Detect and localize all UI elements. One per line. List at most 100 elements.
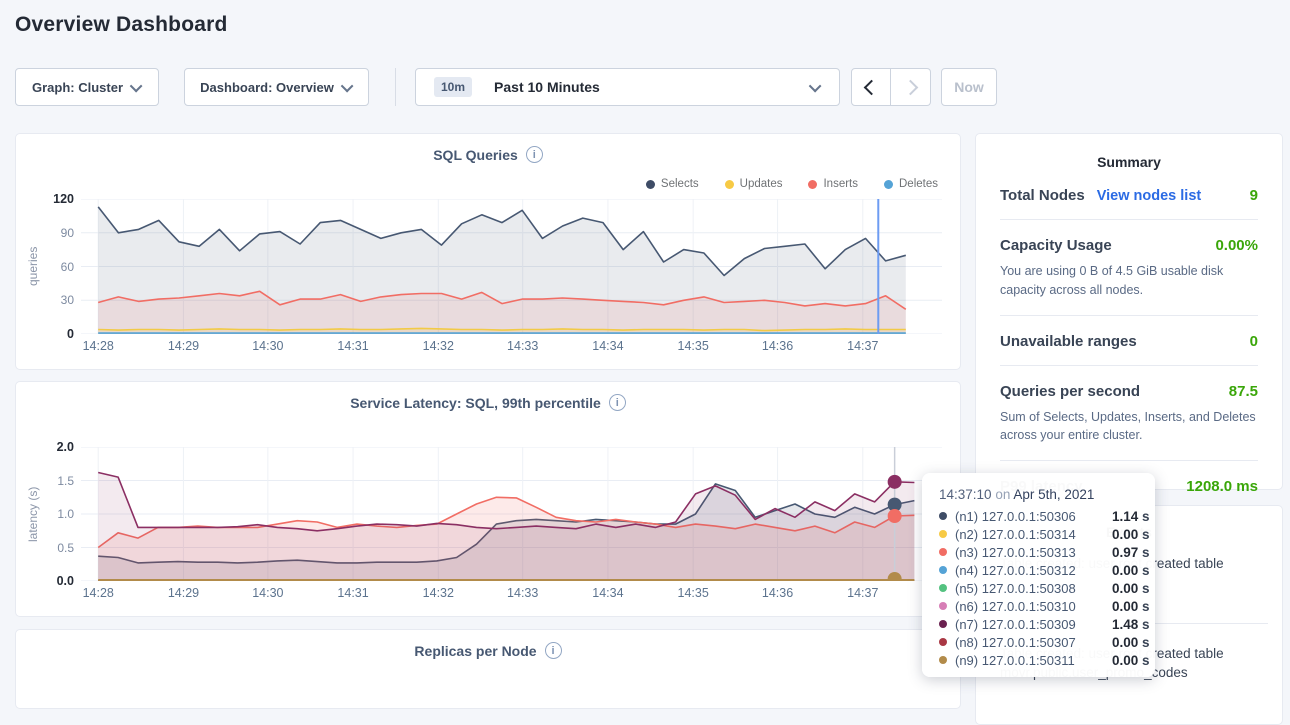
x-tick-label: 14:33 bbox=[507, 339, 538, 353]
chevron-down-icon bbox=[809, 79, 822, 92]
series-color-dot bbox=[939, 548, 947, 556]
chart-legend: Selects Updates Inserts Deletes bbox=[646, 178, 938, 190]
service-latency-plot[interactable] bbox=[81, 447, 942, 581]
y-tick-label: 30 bbox=[61, 293, 74, 307]
summary-subtext: You are using 0 B of 4.5 GiB usable disk… bbox=[1000, 262, 1258, 300]
tooltip-node-value: 0.00 s bbox=[1112, 653, 1150, 668]
now-button-label: Now bbox=[954, 79, 984, 95]
x-tick-label: 14:31 bbox=[337, 586, 368, 600]
tooltip-node-value: 0.97 s bbox=[1112, 545, 1150, 560]
summary-title: Summary bbox=[976, 134, 1282, 170]
info-icon[interactable]: i bbox=[526, 146, 543, 163]
x-axis-ticks: 14:2814:2914:3014:3114:3214:3314:3414:35… bbox=[81, 586, 942, 602]
x-tick-label: 14:34 bbox=[592, 586, 623, 600]
view-nodes-list-link[interactable]: View nodes list bbox=[1097, 188, 1202, 204]
legend-item-deletes[interactable]: Deletes bbox=[884, 178, 938, 190]
y-tick-label: 60 bbox=[61, 260, 74, 274]
x-tick-label: 14:36 bbox=[762, 339, 793, 353]
tooltip-time: 14:37:10 bbox=[939, 487, 992, 502]
x-tick-label: 14:36 bbox=[762, 586, 793, 600]
tooltip-node-address: (n5) 127.0.0.1:50308 bbox=[955, 581, 1104, 596]
service-latency-chart-card: Service Latency: SQL, 99th percentile i … bbox=[15, 381, 961, 617]
y-tick-label: 1.5 bbox=[57, 474, 74, 488]
tooltip-node-row: (n3) 127.0.0.1:503130.97 s bbox=[939, 543, 1143, 561]
series-color-dot bbox=[939, 512, 947, 520]
tooltip-node-row: (n7) 127.0.0.1:503091.48 s bbox=[939, 615, 1143, 633]
y-tick-label: 120 bbox=[53, 192, 74, 206]
legend-label: Updates bbox=[740, 178, 783, 190]
x-tick-label: 14:37 bbox=[847, 586, 878, 600]
chart-title: Replicas per Node bbox=[414, 643, 536, 659]
dashboard-selector-dropdown[interactable]: Dashboard: Overview bbox=[184, 68, 369, 106]
summary-value: 9 bbox=[1250, 187, 1258, 204]
y-axis-ticks: 1209060300 bbox=[16, 199, 74, 334]
summary-row-capacity-usage: Capacity Usage 0.00% You are using 0 B o… bbox=[1000, 220, 1258, 316]
tooltip-node-address: (n8) 127.0.0.1:50307 bbox=[955, 635, 1104, 650]
legend-label: Deletes bbox=[899, 178, 938, 190]
chevron-left-icon bbox=[863, 79, 879, 95]
x-tick-label: 14:35 bbox=[678, 586, 709, 600]
tooltip-node-address: (n6) 127.0.0.1:50310 bbox=[955, 599, 1104, 614]
time-now-button[interactable]: Now bbox=[941, 68, 997, 106]
series-color-dot bbox=[939, 584, 947, 592]
sql-queries-plot[interactable] bbox=[81, 199, 942, 334]
x-tick-label: 14:30 bbox=[252, 586, 283, 600]
info-icon[interactable]: i bbox=[609, 394, 626, 411]
legend-label: Selects bbox=[661, 178, 699, 190]
chevron-right-icon bbox=[903, 79, 919, 95]
series-color-dot bbox=[939, 566, 947, 574]
summary-row-queries-per-second: Queries per second 87.5 Sum of Selects, … bbox=[1000, 366, 1258, 462]
summary-label: Total Nodes bbox=[1000, 187, 1085, 204]
graph-selector-dropdown[interactable]: Graph: Cluster bbox=[15, 68, 159, 106]
time-prev-button[interactable] bbox=[851, 68, 891, 106]
tooltip-node-row: (n9) 127.0.0.1:503110.00 s bbox=[939, 651, 1143, 669]
x-tick-label: 14:28 bbox=[83, 586, 114, 600]
summary-label: Capacity Usage bbox=[1000, 237, 1112, 254]
x-tick-label: 14:28 bbox=[83, 339, 114, 353]
time-next-button[interactable] bbox=[891, 68, 931, 106]
summary-row-total-nodes: Total Nodes View nodes list 9 bbox=[1000, 170, 1258, 220]
chart-title: Service Latency: SQL, 99th percentile bbox=[350, 395, 601, 411]
series-color-dot bbox=[939, 638, 947, 646]
tooltip-node-value: 0.00 s bbox=[1112, 563, 1150, 578]
tooltip-node-value: 0.00 s bbox=[1112, 527, 1150, 542]
x-tick-label: 14:29 bbox=[168, 586, 199, 600]
series-color-dot bbox=[939, 620, 947, 628]
legend-item-inserts[interactable]: Inserts bbox=[808, 178, 858, 190]
legend-color-dot bbox=[725, 180, 734, 189]
tooltip-on: on bbox=[995, 487, 1010, 502]
legend-item-selects[interactable]: Selects bbox=[646, 178, 699, 190]
dashboard-selector-label: Dashboard: Overview bbox=[200, 80, 334, 95]
x-axis-ticks: 14:2814:2914:3014:3114:3214:3314:3414:35… bbox=[81, 339, 942, 355]
summary-panel: Summary Total Nodes View nodes list 9 Ca… bbox=[975, 133, 1283, 490]
legend-color-dot bbox=[884, 180, 893, 189]
chevron-down-icon bbox=[341, 79, 354, 92]
y-tick-label: 0.5 bbox=[57, 541, 74, 555]
x-tick-label: 14:29 bbox=[168, 339, 199, 353]
summary-value: 87.5 bbox=[1229, 383, 1258, 400]
y-axis-ticks: 2.01.51.00.50.0 bbox=[16, 447, 74, 581]
legend-label: Inserts bbox=[823, 178, 858, 190]
legend-color-dot bbox=[646, 180, 655, 189]
series-color-dot bbox=[939, 656, 947, 664]
series-color-dot bbox=[939, 530, 947, 538]
sql-queries-chart-card: SQL Queries i SelectsUpdatesInsertsDelet… bbox=[15, 133, 961, 370]
tooltip-node-value: 0.00 s bbox=[1112, 635, 1150, 650]
legend-color-dot bbox=[808, 180, 817, 189]
summary-subtext: Sum of Selects, Updates, Inserts, and De… bbox=[1000, 408, 1258, 446]
time-range-badge: 10m bbox=[434, 77, 472, 97]
controls-divider bbox=[395, 68, 396, 106]
page-title: Overview Dashboard bbox=[15, 13, 228, 37]
tooltip-node-address: (n7) 127.0.0.1:50309 bbox=[955, 617, 1104, 632]
y-tick-label: 90 bbox=[61, 226, 74, 240]
time-range-dropdown[interactable]: 10m Past 10 Minutes bbox=[415, 68, 840, 106]
legend-item-updates[interactable]: Updates bbox=[725, 178, 783, 190]
graph-selector-label: Graph: Cluster bbox=[32, 80, 123, 95]
info-icon[interactable]: i bbox=[545, 642, 562, 659]
tooltip-node-address: (n3) 127.0.0.1:50313 bbox=[955, 545, 1104, 560]
tooltip-node-value: 1.14 s bbox=[1112, 509, 1150, 524]
tooltip-node-value: 1.48 s bbox=[1112, 617, 1150, 632]
x-tick-label: 14:35 bbox=[678, 339, 709, 353]
tooltip-node-value: 0.00 s bbox=[1112, 599, 1150, 614]
summary-value: 0.00% bbox=[1215, 237, 1258, 254]
